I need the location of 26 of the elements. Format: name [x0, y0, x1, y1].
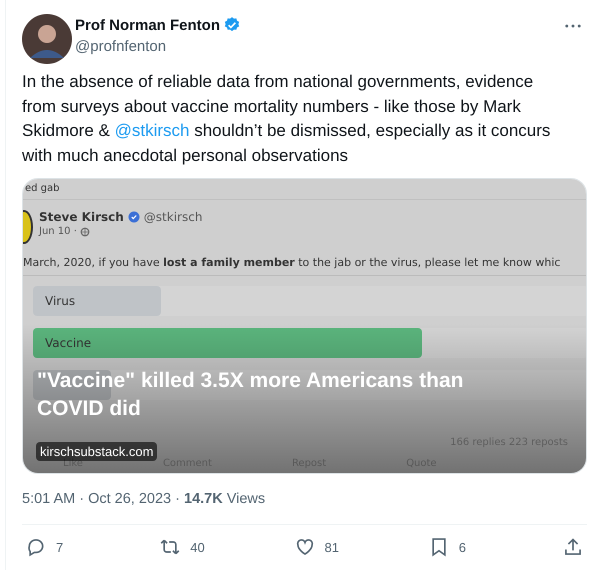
share-icon	[563, 537, 583, 557]
repost-icon	[160, 537, 180, 557]
avatar[interactable]	[22, 14, 72, 64]
author-handle[interactable]: @profnfenton	[75, 38, 562, 55]
reply-button[interactable]: 7	[26, 537, 156, 557]
poll-question: March, 2020, if you have lost a family member to the jab or the virus, please let me know whic	[23, 256, 586, 276]
repost-button[interactable]: 40	[160, 537, 290, 557]
speech-bubble-icon	[26, 537, 46, 557]
share-button[interactable]	[563, 537, 583, 557]
link-card[interactable]	[22, 178, 587, 474]
globe-icon	[80, 226, 90, 236]
domain-label: kirschsubstack.com	[36, 442, 158, 461]
heart-icon	[294, 537, 314, 557]
bookmark-button[interactable]: 6	[428, 537, 559, 557]
source-label: ed gab	[23, 179, 586, 200]
poll-option-label: Virus	[44, 294, 76, 308]
poll-option-label: Vaccine	[44, 336, 92, 350]
author-name[interactable]: Prof Norman Fenton	[75, 16, 220, 34]
tweet-text: In the absence of reliable data from national governments, evidence from surveys about vaccine mortality numbers - like those by Mark Skidmore & @stkirsch shouldn’t be dismissed, especially as it concurs with much anecdotal personal observations	[22, 71, 552, 166]
author-handle: @stkirsch	[144, 210, 202, 224]
card-title: "Vaccine" killed 3.5X more Americans than COVID did	[37, 368, 464, 422]
like-button[interactable]: 81	[294, 537, 424, 557]
author-name: Steve Kirsch	[39, 210, 124, 224]
post-meta: 5:01 AM · Oct 26, 2023 · 14.7K Views	[22, 491, 266, 507]
post-date: Jun 10 ·	[39, 226, 77, 237]
more-icon[interactable]	[565, 24, 581, 28]
